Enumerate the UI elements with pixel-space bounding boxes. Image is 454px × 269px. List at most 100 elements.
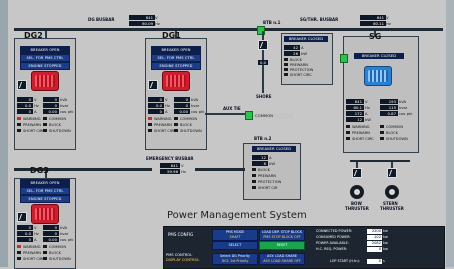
dg3-kvar: 0 — [43, 231, 59, 236]
pms-mode-button-value: SHAFT — [229, 235, 241, 239]
dg3-warning-label: WARNING — [23, 245, 41, 249]
select-dg-priority-value: DG1 1st Priority — [221, 259, 249, 263]
btb1-current-unit: A — [301, 45, 304, 50]
dg1-kvar: 0 — [174, 103, 190, 108]
emergency-busbar-freq: 59.96 — [160, 169, 180, 174]
dg3-warning-led — [17, 245, 21, 248]
sg-title: SG — [369, 32, 382, 41]
dg2-a: 0 — [17, 109, 33, 114]
sg-kva-unit: kVA — [399, 99, 407, 104]
btb1-protection-label: PROTECTION — [290, 68, 314, 72]
dg3-block-label: BLOCK — [49, 251, 62, 255]
dg1-pf-unit: cos phi — [191, 109, 205, 114]
dg3-hz-unit: Hz — [34, 231, 39, 236]
dg2-prewarn-led — [17, 123, 21, 126]
asy-load-share-value: ASY. LOAD SHARE OFF — [263, 259, 301, 263]
dg3-kva-unit: kVA — [60, 225, 68, 230]
stern-thruster-icon[interactable] — [385, 185, 399, 199]
dg1-hz: 0.0 — [148, 103, 164, 108]
dg-busbar-freq: 60.09 — [129, 21, 155, 26]
emergency-busbar-voltage-unit: V — [181, 163, 184, 168]
dg2-mode-button[interactable]: SEL. FOR PMS CTRL — [20, 54, 70, 62]
btb2-prewarn-label: PREWARN — [258, 174, 276, 178]
sg-a: 172 — [346, 111, 364, 116]
select-dg-priority-button[interactable]: Select DG Priority DG1 1st Priority — [212, 253, 258, 265]
lop-start-value: 0 — [367, 259, 382, 264]
sg-busbar-voltage: 641 — [360, 15, 386, 20]
dg3-mode-button[interactable]: SEL. FOR PMS CTRL — [20, 187, 70, 195]
stern-breaker-icon[interactable] — [387, 168, 397, 178]
btb2-current-unit: A — [269, 155, 272, 160]
reset-button[interactable]: RESET — [259, 241, 305, 250]
consumed-power-value: 102 — [367, 235, 382, 240]
dg2-kva-unit: kVA — [60, 97, 68, 102]
power-available-value: 2082 — [367, 241, 382, 246]
dg2-engine-icon[interactable] — [31, 71, 59, 91]
dg2-breaker-icon[interactable] — [17, 80, 27, 90]
btb2-power: 6 — [252, 161, 268, 166]
dg3-breaker-icon[interactable] — [17, 212, 27, 222]
dg2-shortcirc-label: SHORT CIRC — [23, 129, 45, 133]
sg-extra: 12 — [346, 117, 364, 122]
aux-tie-breaker[interactable] — [245, 111, 253, 120]
sg-breaker[interactable] — [340, 54, 348, 63]
dg1-engine-button[interactable]: ENGINE STOPPED — [151, 62, 201, 70]
bow-breaker-icon[interactable] — [352, 168, 362, 178]
btb1-protection-led — [284, 68, 288, 71]
aux-tie-line — [205, 113, 245, 115]
dg1-warning-label: WARNING — [154, 117, 172, 121]
dg1-breaker-icon[interactable] — [148, 80, 158, 90]
sg-kvar-unit: kvar — [399, 105, 408, 110]
dg2-shutdown-label: SHUTDOWN — [49, 129, 71, 133]
dg1-mode-button[interactable]: SEL. FOR PMS CTRL — [151, 54, 201, 62]
dg3-shutdown-led — [43, 257, 47, 260]
bow-thruster-label-2: THRUSTER — [345, 206, 369, 211]
dg1-shutdown-led — [174, 129, 178, 132]
dg3-title: DG3 — [30, 166, 49, 175]
emergency-busbar-voltage: 641 — [160, 163, 180, 168]
asy-load-share-button[interactable]: ASY. LOAD SHARE ASY. LOAD SHARE OFF — [259, 253, 305, 265]
load-dep-stop-block-label: LOAD DEP. STOP BLOCK — [261, 230, 303, 234]
dg2-kvar-unit: kvar — [60, 103, 69, 108]
shore-breaker-icon[interactable] — [258, 40, 268, 50]
dg3-engine-button[interactable]: ENGINE STOPPED — [20, 195, 70, 203]
asy-load-share-label: ASY. LOAD SHARE — [267, 254, 297, 258]
btb1-block-label: BLOCK — [290, 58, 303, 62]
btb2-label: BTB n.2 — [254, 136, 272, 141]
dg2-hz: 0.0 — [17, 103, 33, 108]
dg2-warning-led — [17, 117, 21, 120]
dg3-engine-icon[interactable] — [31, 204, 59, 224]
dg2-v: 0 — [17, 97, 33, 102]
dg1-prewarn-label: PREWARN — [154, 123, 172, 127]
connected-power-value: 2200 — [367, 229, 382, 234]
sg-prewarn-label: PREWARN — [352, 131, 370, 135]
pms-mode-button[interactable]: PMS MODE SHAFT — [212, 229, 258, 241]
pms-control-label: PMS CONTROL — [166, 253, 193, 257]
load-dep-stop-block-button[interactable]: LOAD DEP. STOP BLOCK PMS STOP BLOCK OFF — [259, 229, 305, 241]
sg-generator-icon[interactable] — [364, 66, 392, 86]
sg-busbar-label: SG/THR. BUSBAR — [300, 17, 339, 22]
dg3-block-led — [43, 251, 47, 254]
consumed-power-label: CONSUMED POWER: — [316, 235, 351, 239]
dg2-common-label: COMMON — [49, 117, 67, 121]
dg1-block-label: BLOCK — [180, 123, 193, 127]
common-label: COMMON — [253, 113, 293, 119]
dg-busbar-freq-unit: Hz — [155, 21, 160, 26]
dg-busbar — [14, 28, 263, 31]
power-available-unit: kw — [383, 241, 388, 245]
btb1-prewarn-label: PREWARN — [290, 63, 308, 67]
bow-thruster-icon[interactable] — [350, 185, 364, 199]
btb1-shortcirc-label: SHORT CIRC — [290, 73, 312, 77]
sg-busbar-voltage-unit: V — [386, 15, 389, 20]
dg1-engine-icon[interactable] — [162, 71, 190, 91]
btb1-status: BREAKER CLOSED — [284, 36, 328, 42]
sg-kvar: 115 — [380, 105, 398, 110]
select-button[interactable]: SELECT — [212, 241, 258, 250]
sg-shutdown-led — [380, 137, 384, 140]
hc-req-power-label: H.C. REQ. POWER: — [316, 247, 348, 251]
dg3-shortcirc-label: SHORT CIRC — [23, 257, 45, 261]
dg1-v-unit: V — [165, 97, 168, 102]
dg2-engine-button[interactable]: ENGINE STOPPED — [20, 62, 70, 70]
dg3-pf: 0.00 — [43, 237, 59, 242]
dg3-shutdown-label: SHUTDOWN — [49, 257, 71, 261]
